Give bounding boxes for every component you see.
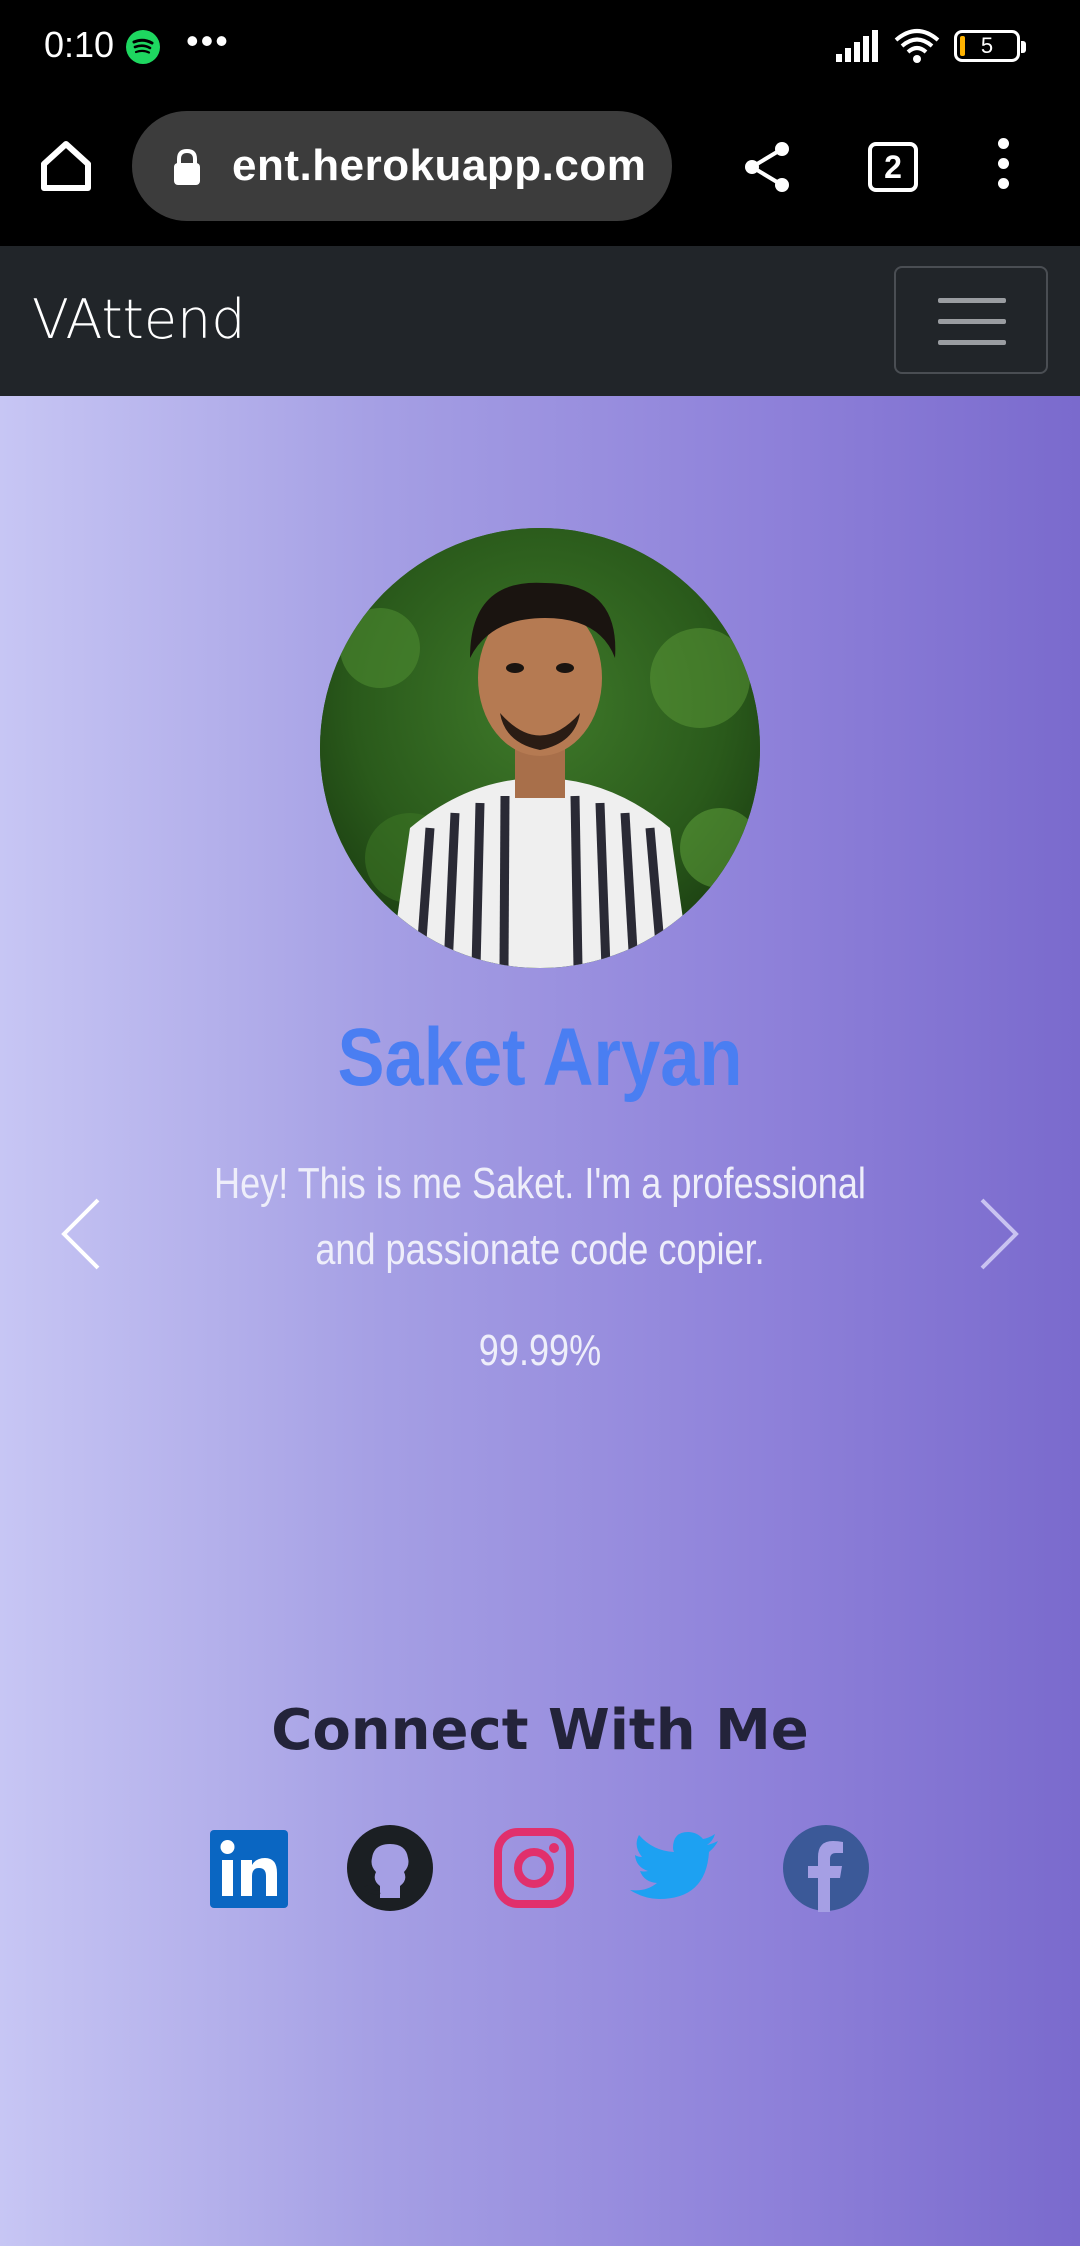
tabs-button[interactable]: 2 bbox=[868, 142, 918, 192]
share-button[interactable] bbox=[740, 139, 796, 200]
url-text: ent.herokuapp.com bbox=[232, 141, 647, 190]
home-button[interactable] bbox=[36, 136, 96, 196]
social-links bbox=[0, 1824, 1080, 1914]
connect-heading: Connect With Me bbox=[271, 1698, 809, 1763]
profile-avatar bbox=[320, 528, 760, 968]
linkedin-link[interactable] bbox=[208, 1824, 298, 1914]
profile-bio: Hey! This is me Saket. I'm a professiona… bbox=[214, 1159, 866, 1274]
profile-percent: 99.99% bbox=[478, 1326, 602, 1375]
browser-menu-button[interactable] bbox=[990, 138, 1016, 198]
carousel-prev-button[interactable] bbox=[56, 1196, 104, 1277]
facebook-link[interactable] bbox=[782, 1824, 872, 1914]
spotify-icon bbox=[126, 30, 160, 64]
site-navbar: VAttend bbox=[0, 246, 1080, 396]
status-bar: 0:10 ••• 5 bbox=[0, 0, 1080, 96]
chevron-right-icon bbox=[980, 1198, 1019, 1270]
twitter-icon bbox=[630, 1832, 718, 1899]
github-link[interactable] bbox=[346, 1824, 436, 1914]
share-icon bbox=[745, 142, 789, 192]
lock-icon bbox=[174, 148, 200, 185]
profile-name: Saket Aryan bbox=[337, 1012, 743, 1103]
wifi-icon bbox=[894, 29, 940, 63]
chevron-left-icon bbox=[61, 1198, 100, 1270]
home-icon bbox=[41, 141, 91, 191]
battery-level: 5 bbox=[980, 33, 994, 58]
twitter-link[interactable] bbox=[630, 1824, 720, 1914]
battery-icon: 5 bbox=[954, 30, 1026, 62]
instagram-link[interactable] bbox=[490, 1824, 580, 1914]
address-bar[interactable]: ent.herokuapp.com bbox=[132, 111, 672, 221]
browser-toolbar: ent.herokuapp.com 2 bbox=[0, 96, 1080, 246]
signal-icon bbox=[836, 30, 878, 62]
brand-logo[interactable]: VAttend bbox=[32, 288, 246, 351]
navbar-toggler-button[interactable] bbox=[894, 266, 1048, 374]
instagram-icon bbox=[494, 1828, 574, 1908]
linkedin-icon bbox=[210, 1830, 288, 1908]
more-dots-icon: ••• bbox=[186, 20, 230, 61]
profile-section: Saket Aryan Hey! This is me Saket. I'm a… bbox=[0, 396, 1080, 2246]
github-icon bbox=[347, 1825, 433, 1911]
carousel-next-button[interactable] bbox=[976, 1196, 1024, 1277]
facebook-icon bbox=[783, 1825, 869, 1912]
status-time: 0:10 bbox=[44, 24, 115, 65]
